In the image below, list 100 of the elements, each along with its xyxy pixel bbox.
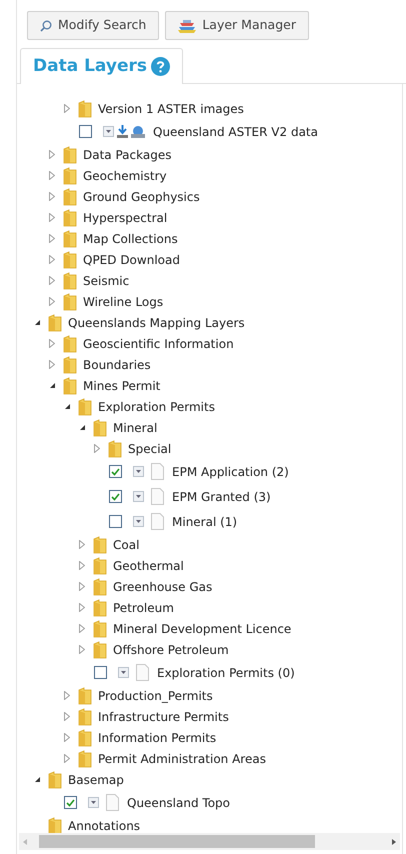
folder-label[interactable]: Petroleum [113, 598, 174, 616]
collapse-arrow-icon[interactable] [34, 776, 41, 783]
expand-arrow-icon[interactable] [49, 213, 55, 222]
expand-arrow-icon[interactable] [79, 582, 85, 591]
folder-icon [63, 376, 77, 394]
expand-arrow-icon[interactable] [79, 603, 85, 612]
checkbox[interactable] [79, 125, 92, 138]
expand-arrow-icon[interactable] [49, 171, 55, 180]
checkbox[interactable] [64, 796, 77, 809]
collapse-arrow-icon[interactable] [49, 382, 56, 389]
folder-label[interactable]: Coal [113, 536, 140, 554]
expand-arrow-icon[interactable] [49, 150, 55, 159]
folder-label[interactable]: Map Collections [83, 230, 178, 248]
page-icon [151, 463, 164, 480]
page-icon [151, 488, 164, 505]
folder-icon [63, 146, 77, 164]
expand-arrow-icon[interactable] [64, 104, 70, 113]
layer-globe-icon[interactable] [131, 125, 145, 138]
folder-label[interactable]: Seismic [83, 272, 130, 290]
folder-label[interactable]: Mineral [113, 418, 158, 436]
expand-arrow-icon[interactable] [94, 444, 100, 453]
folder-label[interactable]: Permit Administration Areas [98, 750, 266, 768]
folder-label[interactable]: Special [128, 440, 172, 458]
dropdown-box-icon[interactable] [88, 797, 99, 808]
folder-icon [48, 770, 62, 788]
expand-arrow-icon[interactable] [64, 712, 70, 721]
expand-arrow-icon[interactable] [64, 691, 70, 700]
folder-icon [93, 620, 107, 638]
folder-label[interactable]: QPED Download [83, 250, 180, 268]
folder-icon [78, 398, 92, 416]
checkbox[interactable] [109, 490, 122, 503]
folder-icon [93, 556, 107, 574]
collapse-arrow-icon[interactable] [64, 403, 71, 410]
expand-arrow-icon[interactable] [49, 276, 55, 285]
modify-search-button[interactable]: Modify Search [27, 11, 160, 40]
folder-label[interactable]: Queenslands Mapping Layers [68, 314, 245, 332]
checkbox[interactable] [94, 666, 107, 679]
folder-label[interactable]: Exploration Permits [98, 398, 215, 416]
expand-arrow-icon[interactable] [49, 255, 55, 264]
folder-icon [63, 292, 77, 310]
folder-label[interactable]: Basemap [68, 770, 124, 788]
expand-arrow-icon[interactable] [49, 234, 55, 243]
folder-icon [78, 708, 92, 726]
collapse-arrow-icon[interactable] [34, 319, 41, 326]
download-icon[interactable] [117, 125, 128, 138]
layer-label: Exploration Permits (0) [157, 664, 295, 682]
expand-arrow-icon[interactable] [64, 733, 70, 742]
collapse-arrow-icon[interactable] [79, 424, 86, 431]
folder-label[interactable]: Offshore Petroleum [113, 640, 229, 658]
folder-label[interactable]: Version 1 ASTER images [98, 100, 244, 118]
layer-manager-button[interactable]: Layer Manager [165, 11, 309, 40]
folder-icon [93, 536, 107, 554]
folder-label[interactable]: Geochemistry [83, 166, 167, 184]
folder-label[interactable]: Geoscientific Information [83, 334, 234, 352]
folder-label[interactable]: Information Permits [98, 728, 216, 746]
folder-label[interactable]: Hyperspectral [83, 208, 168, 226]
checkbox[interactable] [109, 465, 122, 478]
folder-icon [63, 166, 77, 184]
page-icon [136, 664, 149, 681]
layer-label: Mineral (1) [172, 514, 238, 530]
expand-arrow-icon[interactable] [49, 297, 55, 306]
folder-icon [93, 578, 107, 596]
expand-arrow-icon[interactable] [79, 561, 85, 570]
checkbox[interactable] [109, 515, 122, 528]
layer-label: Queensland Topo [127, 794, 230, 812]
folder-label[interactable]: Data Packages [83, 146, 172, 164]
dropdown-box-icon[interactable] [118, 667, 129, 678]
folder-label[interactable]: Ground Geophysics [83, 188, 200, 206]
page-icon [106, 794, 119, 811]
layer-label: EPM Application (2) [172, 464, 289, 480]
horizontal-scrollbar[interactable] [19, 833, 400, 850]
folder-label[interactable]: Production_Permits [98, 686, 213, 704]
scrollbar-thumb[interactable] [39, 835, 315, 848]
folder-label[interactable]: Boundaries [83, 356, 151, 374]
expand-arrow-icon[interactable] [49, 360, 55, 369]
checkmark-icon [111, 468, 120, 476]
search-icon [40, 20, 52, 32]
dropdown-box-icon[interactable] [133, 491, 144, 502]
folder-label[interactable]: Infrastructure Permits [98, 708, 229, 726]
folder-icon [63, 356, 77, 374]
help-icon[interactable] [151, 57, 170, 76]
folder-label[interactable]: Mineral Development Licence [113, 620, 292, 638]
dropdown-box-icon[interactable] [133, 516, 144, 527]
expand-arrow-icon[interactable] [79, 645, 85, 654]
expand-arrow-icon[interactable] [49, 192, 55, 201]
dropdown-box-icon[interactable] [133, 466, 144, 477]
folder-label[interactable]: Mines Permit [83, 376, 160, 394]
folder-icon [48, 314, 62, 332]
expand-arrow-icon[interactable] [49, 339, 55, 348]
layer-label: Queensland ASTER V2 data [153, 124, 318, 140]
expand-arrow-icon[interactable] [64, 754, 70, 763]
folder-label[interactable]: Greenhouse Gas [113, 578, 212, 596]
folder-label[interactable]: Wireline Logs [83, 292, 164, 310]
folder-icon [78, 686, 92, 704]
folder-icon [78, 728, 92, 746]
folder-label[interactable]: Geothermal [113, 556, 184, 574]
expand-arrow-icon[interactable] [79, 624, 85, 633]
expand-arrow-icon[interactable] [79, 540, 85, 549]
dropdown-box-icon[interactable] [103, 126, 114, 137]
folder-label[interactable]: Annotations [68, 816, 140, 833]
